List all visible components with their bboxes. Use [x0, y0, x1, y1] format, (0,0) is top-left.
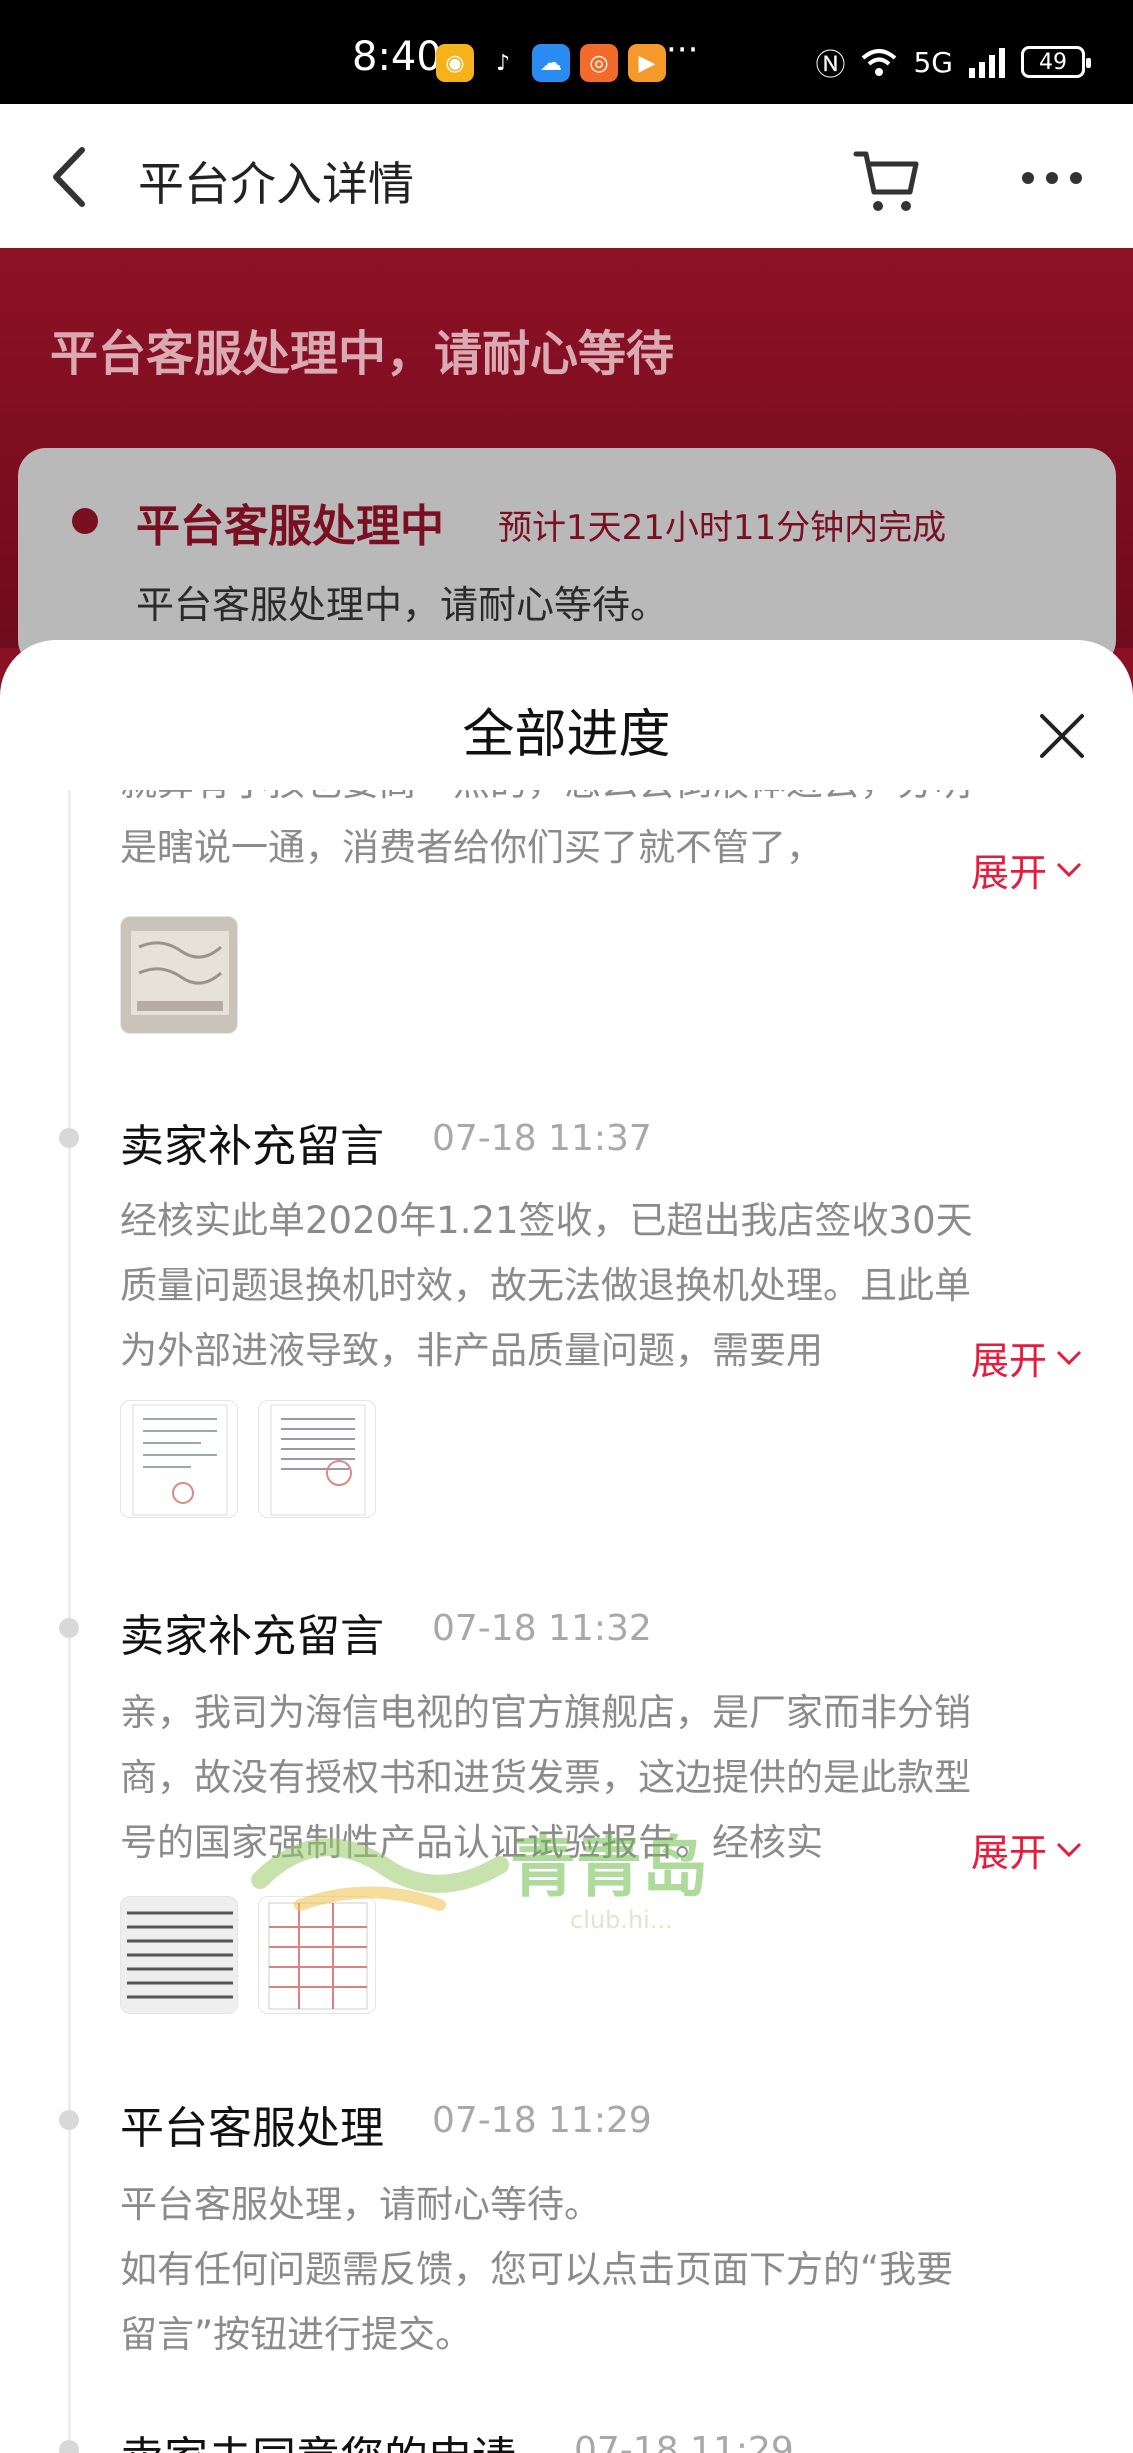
expand-button-0[interactable]: 展开 — [944, 842, 1083, 897]
more-icon[interactable] — [1020, 166, 1084, 190]
entry-4-time: 07-18 11:29 — [574, 2430, 794, 2453]
expand-button-1[interactable]: 展开 — [944, 1330, 1083, 1385]
video-icon: ▶ — [628, 44, 666, 82]
network-type: 5G — [913, 45, 953, 79]
attachment-thumbnail[interactable] — [258, 1400, 376, 1518]
battery-icon: 49 — [1021, 46, 1091, 78]
entry-3-line-2: 如有任何问题需反馈，您可以点击页面下方的“我要 — [120, 2248, 954, 2291]
chevron-down-icon — [1056, 1842, 1082, 1857]
weather-icon: ☁ — [532, 44, 570, 82]
clock: 8:40 — [352, 34, 442, 80]
nfc-icon: Ⓝ — [815, 48, 846, 83]
back-arrow-icon[interactable] — [42, 142, 102, 212]
entry-2-text: 亲，我司为海信电视的官方旗舰店，是厂家而非分销 商，故没有授权书和进货发票，这边… — [120, 1680, 1080, 1875]
expand-label: 展开 — [970, 851, 1047, 895]
status-card-title: 平台客服处理中 — [136, 501, 444, 552]
wifi-icon — [862, 49, 897, 76]
app-icon: ◎ — [580, 44, 618, 82]
table-image — [268, 1902, 368, 2010]
entry-2-line-3: 号的国家强制性产品认证试验报告。经核实 — [120, 1821, 823, 1864]
entry-0-line-2: 是瞎说一通，消费者给你们买了就不管了， — [120, 826, 823, 869]
entry-3-line-3: 留言”按钮进行提交。 — [120, 2313, 473, 2356]
timeline-dot — [59, 2440, 79, 2453]
attachment-thumbnail[interactable] — [120, 916, 238, 1034]
status-card-desc: 平台客服处理中，请耐心等待。 — [136, 583, 669, 627]
expand-label: 展开 — [970, 1339, 1047, 1383]
status-bar: 8:40 ◉ ♪ ☁ ◎ ▶ ··· Ⓝ 5G 49 — [0, 0, 1133, 104]
document-image — [270, 1404, 366, 1516]
status-card-eta: 预计1天21小时11分钟内完成 — [498, 508, 947, 548]
entry-2-time: 07-18 11:32 — [432, 1608, 652, 1649]
entry-0-line-1: 就算有小孩也要高一点的，怎么会倒液体进去，分明 — [120, 790, 1080, 815]
chevron-down-icon — [1056, 1350, 1082, 1365]
entry-3-line-1: 平台客服处理，请耐心等待。 — [120, 2183, 601, 2226]
entry-4-title: 卖家未同意您的申请 — [120, 2422, 516, 2453]
entry-0-text: 就算有小孩也要高一点的，怎么会倒液体进去，分明 是瞎说一通，消费者给你们买了就不… — [120, 790, 1080, 880]
entry-2-line-2: 商，故没有授权书和进货发票，这边提供的是此款型 — [120, 1756, 971, 1799]
entry-1-title: 卖家补充留言 — [120, 1121, 384, 1172]
progress-sheet: 全部进度 就算有小孩也要高一点的，怎么会倒液体进去，分明 是瞎说一通，消费者给你… — [0, 640, 1133, 2453]
entry-1-line-2: 质量问题退换机时效，故无法做退换机处理。且此单 — [120, 1264, 971, 1307]
tiktok-icon: ♪ — [484, 44, 522, 82]
photo-image — [121, 917, 237, 1033]
status-card: 平台客服处理中 预计1天21小时11分钟内完成 平台客服处理中，请耐心等待。 — [18, 448, 1116, 668]
page-title: 平台介入详情 — [138, 157, 414, 211]
banner-title: 平台客服处理中，请耐心等待 — [50, 326, 675, 382]
attachment-thumbnail[interactable] — [258, 1896, 376, 2014]
sheet-title: 全部进度 — [462, 705, 671, 765]
timeline-dot — [59, 1618, 79, 1638]
more-notifications-icon: ··· — [666, 30, 699, 70]
entry-1-time: 07-18 11:37 — [432, 1118, 652, 1159]
expand-label: 展开 — [970, 1831, 1047, 1875]
close-icon[interactable] — [1036, 710, 1088, 762]
entry-1-line-3: 为外部进液导致，非产品质量问题，需要用 — [120, 1329, 823, 1372]
entry-3-time: 07-18 11:29 — [432, 2100, 652, 2141]
entry-3-title: 平台客服处理 — [120, 2103, 384, 2154]
entry-2-title: 卖家补充留言 — [120, 1611, 384, 1662]
entry-1-line-1: 经核实此单2020年1.21签收，已超出我店签收30天 — [120, 1199, 973, 1242]
signal-icon — [969, 48, 1005, 78]
chevron-down-icon — [1056, 862, 1082, 877]
entry-1-text: 经核实此单2020年1.21签收，已超出我店签收30天 质量问题退换机时效，故无… — [120, 1188, 1080, 1383]
timeline-dot — [59, 2110, 79, 2130]
cart-icon[interactable] — [852, 144, 924, 216]
weibo-icon: ◉ — [436, 44, 474, 82]
entry-2-line-1: 亲，我司为海信电视的官方旗舰店，是厂家而非分销 — [120, 1691, 971, 1734]
expand-button-2[interactable]: 展开 — [944, 1822, 1083, 1877]
notification-icons: ◉ ♪ ☁ ◎ ▶ — [436, 44, 666, 82]
system-icons: Ⓝ 5G 49 — [815, 40, 1091, 84]
status-dot — [72, 508, 98, 534]
svg-text:club.hi...: club.hi... — [570, 1906, 673, 1934]
attachment-thumbnail[interactable] — [120, 1400, 238, 1518]
attachment-thumbnail[interactable] — [120, 1896, 238, 2014]
timeline-dot — [59, 1128, 79, 1148]
document-image — [132, 1404, 228, 1516]
entry-3-text: 平台客服处理，请耐心等待。 如有任何问题需反馈，您可以点击页面下方的“我要 留言… — [120, 2172, 1080, 2367]
app-header: 平台介入详情 — [0, 104, 1133, 248]
screenshot-image — [121, 1897, 237, 2013]
